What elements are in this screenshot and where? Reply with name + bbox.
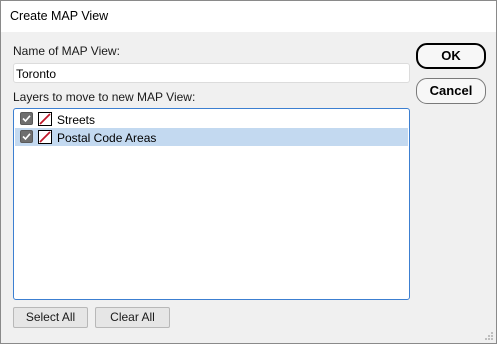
ok-button[interactable]: OK [416,43,486,69]
create-map-view-dialog: Create MAP View Name of MAP View: Layers… [0,0,497,344]
layers-list[interactable]: Streets Postal Code Areas [13,108,410,300]
name-label: Name of MAP View: [13,44,120,58]
title-bar[interactable]: Create MAP View [1,1,496,32]
layer-name: Postal Code Areas [57,131,157,145]
select-all-button[interactable]: Select All [13,307,88,328]
list-item[interactable]: Postal Code Areas [15,128,408,146]
clear-all-button[interactable]: Clear All [95,307,170,328]
layer-checkbox[interactable] [20,112,33,125]
checkmark-icon [22,133,31,141]
layers-label: Layers to move to new MAP View: [13,90,196,104]
resize-grip-icon[interactable] [484,331,494,341]
dialog-title: Create MAP View [10,9,109,23]
layer-checkbox[interactable] [20,130,33,143]
cancel-button[interactable]: Cancel [416,78,486,104]
map-view-name-input[interactable] [13,63,410,83]
layer-style-icon [38,130,52,144]
layer-name: Streets [57,113,96,127]
list-item[interactable]: Streets [15,110,408,128]
layer-style-icon [38,112,52,126]
checkmark-icon [22,115,31,123]
